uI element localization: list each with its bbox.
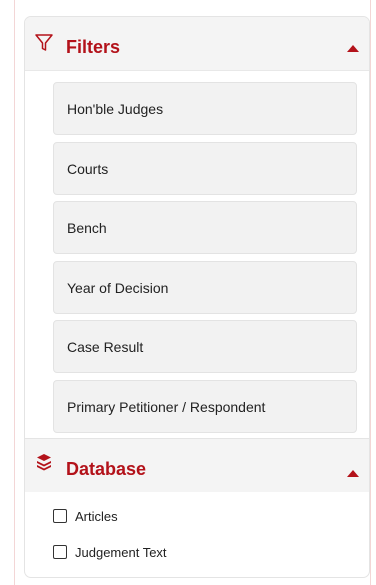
articles-checkbox-row[interactable]: Articles — [53, 506, 118, 526]
filter-item-label: Bench — [67, 219, 107, 236]
articles-checkbox[interactable] — [53, 509, 67, 523]
filter-item-label: Primary Petitioner / Respondent — [67, 398, 266, 415]
database-header[interactable]: Database — [25, 438, 369, 492]
chevron-up-icon[interactable] — [347, 45, 359, 52]
filter-item-judges[interactable]: Hon'ble Judges — [53, 82, 357, 135]
filters-title: Filters — [66, 37, 121, 57]
articles-label: Articles — [75, 508, 118, 524]
filter-item-year-of-decision[interactable]: Year of Decision — [53, 261, 357, 314]
chevron-up-icon[interactable] — [347, 470, 359, 477]
filter-item-case-result[interactable]: Case Result — [53, 320, 357, 373]
judgement-text-checkbox[interactable] — [53, 545, 67, 559]
filters-header[interactable]: Filters — [25, 17, 369, 71]
filter-item-label: Courts — [67, 160, 109, 177]
judgement-text-checkbox-row[interactable]: Judgement Text — [53, 542, 167, 562]
funnel-icon — [34, 33, 54, 53]
filter-item-label: Case Result — [67, 338, 144, 355]
judgement-text-label: Judgement Text — [75, 544, 167, 560]
database-title: Database — [66, 459, 147, 479]
filter-item-bench[interactable]: Bench — [53, 201, 357, 254]
filter-item-label: Hon'ble Judges — [67, 100, 164, 117]
filter-item-primary-petitioner[interactable]: Primary Petitioner / Respondent — [53, 380, 357, 433]
filter-item-courts[interactable]: Courts — [53, 142, 357, 195]
filter-panel: Filters Hon'ble Judges Courts Bench Year… — [24, 16, 370, 578]
filter-item-label: Year of Decision — [67, 279, 169, 296]
layers-icon — [34, 452, 54, 472]
